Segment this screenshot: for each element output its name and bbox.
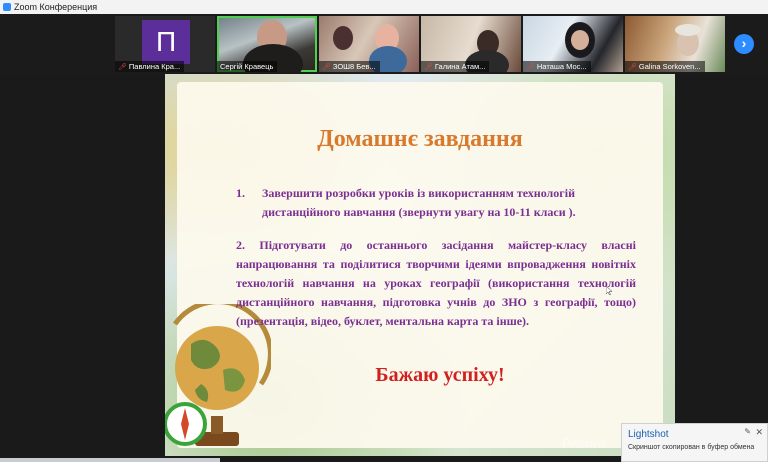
item-text: Завершити розробки уроків із використанн… xyxy=(262,186,576,219)
window-titlebar: Zoom Конференция xyxy=(0,0,768,14)
slide-title: Домашнє завдання xyxy=(317,126,523,152)
participant-tile[interactable]: 🎤︎ ЗОШ8 Бев... xyxy=(319,16,419,72)
participant-tile[interactable]: 🎤︎ Галина Атам... xyxy=(421,16,521,72)
participant-tile[interactable]: 🎤︎ Galina Sorkoven... xyxy=(625,16,725,72)
mic-muted-icon: 🎤︎ xyxy=(322,64,331,71)
homework-item-2: 2. Підготувати до останнього засідання м… xyxy=(236,238,636,328)
mic-muted-icon: 🎤︎ xyxy=(526,64,535,71)
participant-name: Galina Sorkoven... xyxy=(638,62,701,71)
participant-name: Павлина Кра... xyxy=(128,62,181,71)
mic-muted-icon: 🎤︎ xyxy=(424,64,433,71)
zoom-app-icon xyxy=(3,3,11,11)
participant-tile[interactable]: Сергій Кравець xyxy=(217,16,317,72)
participant-name: Сергій Кравець xyxy=(220,62,274,71)
slide-watermark: Pelsuva... xyxy=(562,436,615,450)
window-title: Zoom Конференция xyxy=(14,2,98,12)
close-icon[interactable]: ✕ xyxy=(755,427,763,438)
item-number: 1. xyxy=(236,186,245,200)
pin-icon[interactable]: ✎ xyxy=(744,427,751,436)
notification-title: Lightshot xyxy=(628,429,669,440)
lightshot-notification[interactable]: Lightshot ✎ ✕ Скриншот скопирован в буфе… xyxy=(621,423,768,462)
taskbar-edge xyxy=(0,458,220,462)
presentation-slide: Домашнє завдання 1. Завершити розробки у… xyxy=(165,74,675,456)
mouse-cursor-icon xyxy=(606,286,612,295)
participant-strip: П 🎤︎ Павлина Кра... Сергій Кравець 🎤︎ ЗОШ8… xyxy=(0,14,768,74)
slide-closing-wish: Бажаю успіху! xyxy=(375,364,505,386)
homework-item-1: 1. Завершити розробки уроків із використ… xyxy=(236,184,636,222)
participant-tile[interactable]: 🎤︎ Наташа Мос... xyxy=(523,16,623,72)
notification-message: Скриншот скопирован в буфер обмена xyxy=(628,444,755,451)
mic-muted-icon: 🎤︎ xyxy=(118,64,127,71)
participant-tile[interactable]: П 🎤︎ Павлина Кра... xyxy=(115,16,215,72)
participant-name: Наташа Мос... xyxy=(536,62,587,71)
participant-name: Галина Атам... xyxy=(434,62,486,71)
mic-muted-icon: 🎤︎ xyxy=(628,64,637,71)
avatar: П xyxy=(142,20,190,64)
chevron-right-icon[interactable]: › xyxy=(734,34,754,54)
participant-video xyxy=(333,26,353,50)
participant-name: ЗОШ8 Бев... xyxy=(332,62,376,71)
